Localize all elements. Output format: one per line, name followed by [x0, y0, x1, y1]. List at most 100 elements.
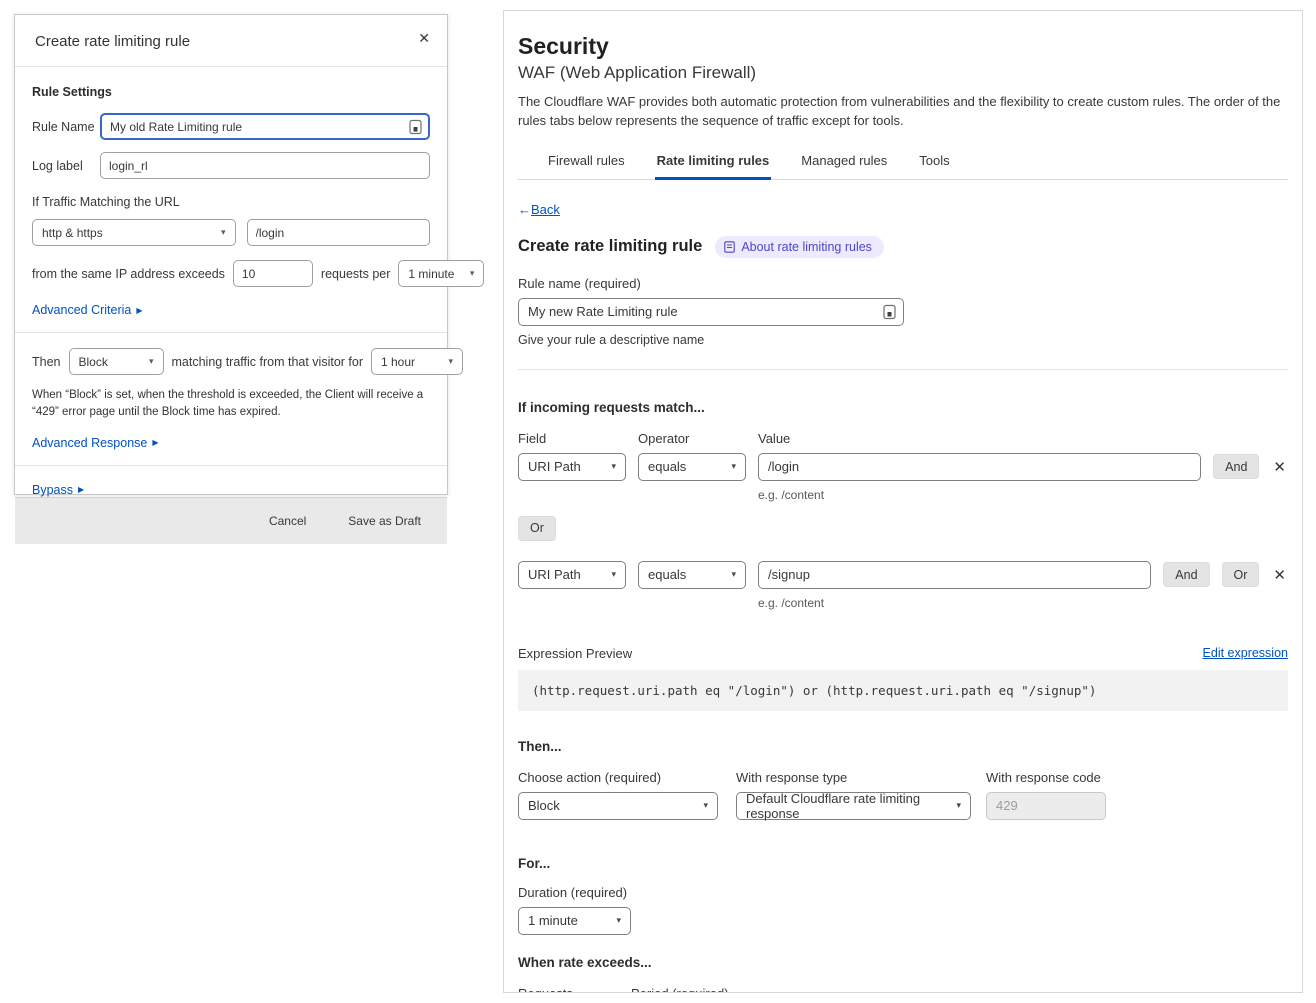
rule-name-input[interactable] — [100, 113, 430, 140]
expression-preview-label: Expression Preview — [518, 646, 632, 661]
expand-right-icon: ▶ — [78, 485, 84, 494]
rule-name-input[interactable] — [518, 298, 904, 326]
or-button[interactable]: Or — [518, 516, 556, 541]
response-code-label: With response code — [986, 770, 1106, 785]
and-button[interactable]: And — [1213, 454, 1259, 479]
chevron-down-icon: ▾ — [611, 569, 616, 580]
match-heading: If incoming requests match... — [518, 400, 1288, 415]
scheme-url-row: http & https ▾ — [32, 219, 430, 246]
chevron-down-icon: ▾ — [956, 800, 961, 811]
then-controls: Choose action (required) Block ▾ With re… — [518, 770, 1288, 820]
action-select[interactable]: Block ▾ — [69, 348, 164, 375]
rule-name-label: Rule name (required) — [518, 276, 1288, 291]
action-select[interactable]: Block ▾ — [518, 792, 718, 820]
tab-firewall-rules[interactable]: Firewall rules — [546, 147, 627, 180]
rule-name-help: Give your rule a descriptive name — [518, 333, 1288, 347]
period-select[interactable]: 1 minute ▾ — [398, 260, 484, 287]
exceeds-text: from the same IP address exceeds — [32, 267, 225, 281]
edit-expression-link[interactable]: Edit expression — [1203, 646, 1288, 660]
rate-labels: Requests (required) Period (required) — [518, 986, 1288, 993]
field-column-label: Field — [518, 431, 626, 446]
chevron-down-icon: ▾ — [470, 268, 475, 279]
autofill-icon — [409, 119, 422, 134]
field-select[interactable]: URI Path ▾ — [518, 453, 626, 481]
remove-condition-icon[interactable]: ✕ — [1271, 458, 1288, 476]
period-label: Period (required) — [631, 986, 729, 993]
divider — [15, 332, 447, 333]
expand-right-icon: ▶ — [136, 306, 142, 315]
rule-settings-heading: Rule Settings — [32, 85, 430, 99]
log-label-input[interactable] — [100, 152, 430, 179]
duration-select-value: 1 minute — [528, 913, 578, 928]
chevron-down-icon: ▾ — [149, 356, 154, 367]
response-type-select[interactable]: Default Cloudflare rate limiting respons… — [736, 792, 971, 820]
back-label: Back — [531, 202, 560, 217]
dialog-header: Create rate limiting rule ✕ — [15, 15, 447, 67]
back-arrow-icon: ← — [518, 202, 531, 217]
operator-select[interactable]: equals ▾ — [638, 453, 746, 481]
document-icon — [724, 241, 735, 253]
cancel-button[interactable]: Cancel — [263, 513, 312, 529]
back-link[interactable]: ←Back — [518, 202, 560, 217]
scheme-select-value: http & https — [42, 226, 103, 240]
remove-condition-icon[interactable]: ✕ — [1271, 566, 1288, 584]
bypass-label: Bypass — [32, 483, 73, 497]
requests-count-input[interactable] — [233, 260, 313, 287]
chevron-down-icon: ▾ — [731, 461, 736, 472]
value-hint: e.g. /content — [758, 488, 1288, 502]
tab-tools[interactable]: Tools — [917, 147, 951, 180]
section-divider — [518, 369, 1288, 370]
rule-name-row: Rule Name — [32, 113, 430, 140]
waf-tabs: Firewall rules Rate limiting rules Manag… — [518, 147, 1288, 180]
operator-select-value: equals — [648, 567, 686, 582]
field-select[interactable]: URI Path ▾ — [518, 561, 626, 589]
and-button[interactable]: And — [1163, 562, 1209, 587]
about-badge-label: About rate limiting rules — [741, 240, 872, 254]
security-waf-panel: Security WAF (Web Application Firewall) … — [503, 10, 1303, 993]
dialog-title: Create rate limiting rule — [35, 33, 190, 50]
match-row: URI Path ▾ equals ▾ And Or ✕ — [518, 561, 1288, 589]
url-pattern-input[interactable] — [247, 219, 431, 246]
advanced-criteria-link[interactable]: Advanced Criteria ▶ — [32, 303, 143, 317]
value-input[interactable] — [758, 561, 1151, 589]
value-hint: e.g. /content — [758, 596, 1288, 610]
about-rate-limiting-badge[interactable]: About rate limiting rules — [715, 236, 884, 258]
value-input[interactable] — [758, 453, 1201, 481]
chevron-down-icon: ▾ — [448, 356, 453, 367]
expression-row: Expression Preview Edit expression — [518, 646, 1288, 661]
advanced-criteria-label: Advanced Criteria — [32, 303, 131, 317]
tab-managed-rules[interactable]: Managed rules — [799, 147, 889, 180]
duration-label: Duration (required) — [518, 885, 1288, 900]
log-label-label: Log label — [32, 159, 100, 173]
response-code-input — [986, 792, 1106, 820]
value-column-label: Value — [758, 431, 790, 446]
block-note: When “Block” is set, when the threshold … — [32, 387, 430, 422]
chevron-down-icon: ▾ — [616, 915, 621, 926]
choose-action-label: Choose action (required) — [518, 770, 736, 785]
advanced-response-link[interactable]: Advanced Response ▶ — [32, 436, 159, 450]
close-icon[interactable]: ✕ — [414, 27, 434, 49]
action-select-value: Block — [528, 798, 560, 813]
operator-select[interactable]: equals ▾ — [638, 561, 746, 589]
duration-select[interactable]: 1 minute ▾ — [518, 907, 631, 935]
expression-preview-code: (http.request.uri.path eq "/login") or (… — [518, 670, 1288, 711]
field-select-value: URI Path — [528, 459, 581, 474]
bypass-link[interactable]: Bypass ▶ — [32, 483, 84, 497]
traffic-matching-heading: If Traffic Matching the URL — [32, 195, 430, 209]
requests-per-text: requests per — [321, 267, 390, 281]
or-button[interactable]: Or — [1222, 562, 1260, 587]
match-row: URI Path ▾ equals ▾ And ✕ — [518, 453, 1288, 481]
save-as-draft-button[interactable]: Save as Draft — [342, 513, 427, 529]
chevron-down-icon: ▾ — [221, 227, 226, 238]
page-title: Security — [518, 33, 1288, 60]
scheme-select[interactable]: http & https ▾ — [32, 219, 236, 246]
requests-label: Requests (required) — [518, 986, 621, 993]
tab-rate-limiting-rules[interactable]: Rate limiting rules — [655, 147, 772, 180]
then-label: Then — [32, 355, 61, 369]
rate-heading: When rate exceeds... — [518, 955, 1288, 970]
block-duration-select[interactable]: 1 hour ▾ — [371, 348, 463, 375]
then-row: Then Block ▾ matching traffic from that … — [32, 348, 430, 375]
period-select-value: 1 minute — [408, 267, 454, 281]
operator-column-label: Operator — [638, 431, 746, 446]
create-rate-limiting-rule-dialog: Create rate limiting rule ✕ Rule Setting… — [14, 14, 448, 495]
